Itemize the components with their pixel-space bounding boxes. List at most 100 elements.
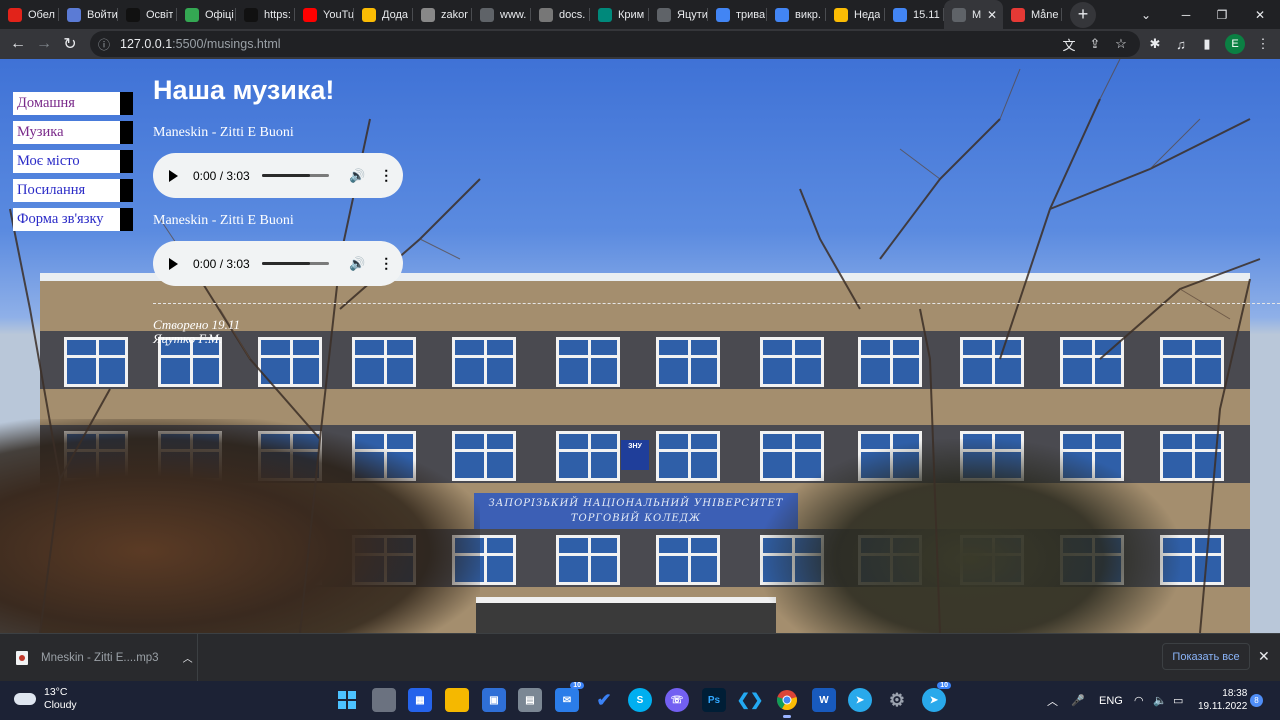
browser-tab[interactable]: трива [708, 0, 767, 29]
profile-avatar[interactable]: E [1222, 29, 1248, 59]
browser-tab[interactable]: https: [236, 0, 295, 29]
site-info-icon[interactable]: ⓘ [98, 36, 110, 53]
download-item[interactable]: Mneskin - Zitti E....mp3 ︿ [0, 634, 198, 681]
more-options-icon[interactable]: ⋮ [379, 167, 393, 184]
progress-slider[interactable] [262, 262, 329, 265]
page-title: Наша музика! [153, 75, 335, 105]
file-explorer-icon[interactable] [445, 688, 469, 712]
browser-tab[interactable]: Måne [1003, 0, 1062, 29]
close-icon[interactable]: ✕ [1258, 648, 1270, 665]
browser-tab[interactable]: YouTu [295, 0, 354, 29]
telegram-icon[interactable]: ➤ 10 [922, 682, 951, 712]
kebab-menu-icon[interactable]: ⋮ [1250, 29, 1276, 59]
maximize-button[interactable]: ❐ [1202, 0, 1242, 29]
tree-branches [9, 59, 1261, 633]
input-language[interactable]: ENG [1099, 681, 1123, 720]
browser-tab[interactable]: www. [472, 0, 531, 29]
browser-tab[interactable]: Освіт [118, 0, 177, 29]
browser-tab[interactable]: docs. [531, 0, 590, 29]
photoshop-icon[interactable]: Ps [702, 688, 726, 712]
skype-icon[interactable]: S [628, 688, 652, 712]
mail-icon[interactable]: ✉ 10 [555, 682, 584, 712]
globe-icon [657, 7, 671, 22]
telegram-icon[interactable]: ➤ [848, 688, 872, 712]
calculator-icon[interactable]: ▤ [518, 688, 542, 712]
close-window-button[interactable]: ✕ [1240, 0, 1280, 29]
browser-tab[interactable]: Офіці [177, 0, 236, 29]
new-tab-button[interactable]: + [1070, 1, 1096, 28]
tab-title: YouTu [323, 8, 354, 21]
browser-tab[interactable]: Яцути [649, 0, 708, 29]
todo-check-icon[interactable]: ✔ [592, 688, 616, 712]
browser-tab[interactable]: Войти [59, 0, 118, 29]
nav-link-my-city[interactable]: Моє місто [13, 150, 133, 173]
task-view-icon[interactable] [372, 688, 396, 712]
browser-tab[interactable]: викр. [767, 0, 826, 29]
address-bar[interactable]: ⓘ 127.0.0.1:5500/musings.html [90, 31, 1140, 57]
show-all-downloads-button[interactable]: Показать все [1162, 643, 1250, 670]
settings-gear-icon[interactable]: ⚙ [885, 688, 909, 712]
forward-arrow-icon[interactable]: → [31, 31, 57, 57]
nav-link-music[interactable]: Музика [13, 121, 133, 144]
page-viewport: ЗНУ ЗАПОРІЗЬКИЙ НАЦІОНАЛЬНИЙ УНІВЕРСИТЕТ… [0, 59, 1280, 633]
microsoft-store-icon[interactable]: ▣ [482, 688, 506, 712]
windows-start-icon[interactable] [335, 688, 359, 712]
weather-widget[interactable]: 13°C Cloudy [14, 686, 77, 712]
side-panel-icon[interactable]: ▮ [1194, 29, 1220, 59]
google-icon [716, 7, 730, 22]
tab-title: викр. [795, 8, 821, 21]
show-hidden-icons-chevron-icon[interactable]: ︿ [1047, 681, 1058, 720]
close-tab-icon[interactable]: ✕ [987, 8, 997, 22]
speaker-icon[interactable]: 🔈 [1153, 681, 1167, 720]
play-icon[interactable] [169, 169, 178, 182]
browser-tab[interactable]: Обел [0, 0, 59, 29]
tab-strip: Обел Войти Освіт Офіці https: YouTu Дода zakor w… [0, 0, 1280, 29]
browser-tab[interactable]: 15.11 [885, 0, 944, 29]
word-icon[interactable]: W [812, 688, 836, 712]
green-circle-icon [185, 7, 199, 22]
browser-tab[interactable]: Неда [826, 0, 885, 29]
browser-toolbar: ← → ↻ ⓘ 127.0.0.1:5500/musings.html 文 ⇪ … [0, 29, 1280, 59]
back-arrow-icon[interactable]: ← [5, 31, 31, 57]
battery-icon[interactable]: ▭ [1173, 681, 1183, 720]
media-control-icon[interactable]: ♫ [1168, 29, 1194, 59]
translate-icon[interactable]: 文 [1056, 29, 1082, 59]
time-display: 0:00 / 3:03 [193, 256, 250, 271]
calendar-app-icon[interactable]: ▦ [408, 688, 432, 712]
nav-link-home[interactable]: Домашня [13, 92, 133, 115]
browser-tab[interactable]: Дода [354, 0, 413, 29]
bookmark-star-icon[interactable]: ☆ [1108, 29, 1134, 59]
vscode-icon[interactable]: ❮❯ [737, 688, 764, 712]
nav-link-contact-form[interactable]: Форма зв'язку [13, 208, 133, 231]
notification-badge[interactable]: 8 [1250, 694, 1263, 707]
tab-search-button[interactable]: ⌄ [1126, 0, 1166, 29]
chevron-up-icon[interactable]: ︿ [183, 650, 193, 665]
browser-tab[interactable]: zakor [413, 0, 472, 29]
audio-file-icon [16, 650, 28, 665]
play-icon[interactable] [169, 257, 178, 270]
tab-title: Офіці [205, 8, 234, 21]
reload-icon[interactable]: ↻ [57, 31, 83, 57]
share-icon[interactable]: ⇪ [1082, 29, 1108, 59]
site-nav: Домашня Музика Моє місто Посилання Форма… [13, 92, 133, 237]
browser-tab[interactable]: Крим [590, 0, 649, 29]
lightbulb-icon [67, 7, 81, 22]
wifi-icon[interactable]: ◠ [1134, 681, 1144, 720]
weather-temperature: 13°C [44, 686, 68, 698]
tab-title: https: [264, 8, 291, 21]
progress-slider[interactable] [262, 174, 329, 177]
volume-icon[interactable]: 🔊 [349, 168, 365, 184]
download-filename: Mneskin - Zitti E....mp3 [41, 651, 159, 664]
extensions-puzzle-icon[interactable]: ✱ [1142, 29, 1168, 59]
minimize-button[interactable]: ─ [1166, 0, 1206, 29]
system-clock[interactable]: 18:38 19.11.2022 [1198, 687, 1247, 713]
volume-icon[interactable]: 🔊 [349, 256, 365, 272]
browser-tab[interactable]: M ✕ [944, 0, 1003, 29]
dark-site-icon [244, 7, 258, 22]
nav-link-links[interactable]: Посилання [13, 179, 133, 202]
chrome-icon[interactable] [775, 688, 799, 718]
microphone-icon[interactable]: 🎤 [1071, 681, 1085, 720]
viber-icon[interactable]: ☏ [665, 688, 689, 712]
more-options-icon[interactable]: ⋮ [379, 255, 393, 272]
tab-title: www. [500, 8, 527, 21]
